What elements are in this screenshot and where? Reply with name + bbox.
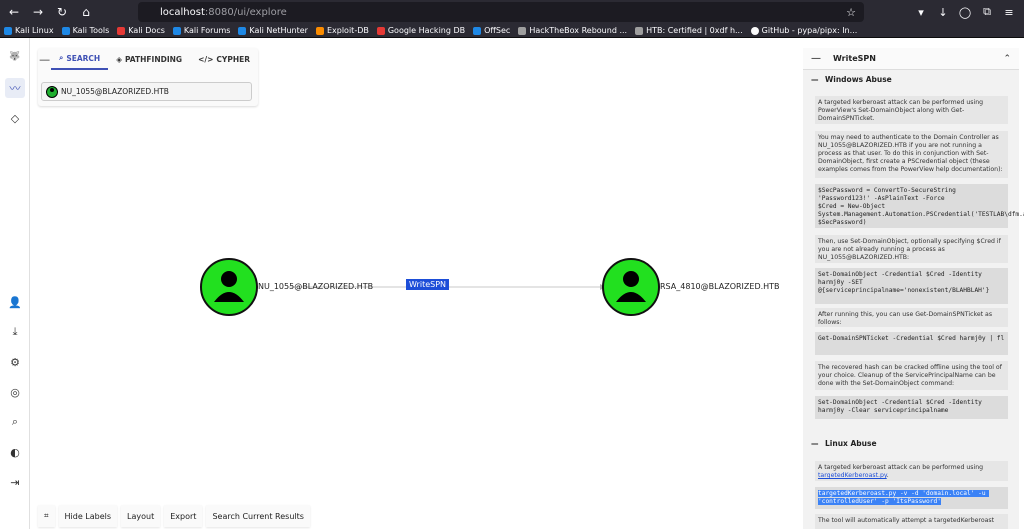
windows-text-4: After running this, you can use Get-Doma… [815,308,1008,327]
export-button[interactable]: Export [164,505,203,527]
bookmarks-bar: Kali Linux Kali Tools Kali Docs Kali For… [0,24,1024,38]
windows-code-2[interactable]: Set-DomainObject -Credential $Cred -Iden… [815,268,1008,304]
search-icon: ⌕ [59,53,64,62]
back-icon[interactable]: ← [4,2,24,22]
code-icon: </> [198,54,214,64]
windows-code-3[interactable]: Get-DomainSPNTicket -Credential $Cred ha… [815,332,1008,355]
panel-header: — WriteSPN ⌃ [803,48,1019,70]
url-path: :8080/ui/explore [204,6,287,18]
search-input-value: NU_1055@BLAZORIZED.HTB [61,87,169,96]
bookmark[interactable]: Kali NetHunter [238,26,308,35]
linux-text-1: A targeted kerberoast attack can be perf… [815,461,1008,481]
target-node-label: RSA_4810@BLAZORIZED.HTB [660,282,780,291]
tab-pathfinding[interactable]: ◈ PATHFINDING [108,48,190,70]
search-current-results-button[interactable]: Search Current Results [206,505,310,527]
bookmark[interactable]: GitHub - pypa/pipx: In... [750,26,857,35]
bloodhound-logo-icon: 🐺 [9,52,21,62]
bookmark[interactable]: OffSec [473,26,510,35]
hide-labels-button[interactable]: Hide Labels [58,505,118,527]
explore-icon[interactable]: 〰 [5,78,25,98]
bookmark[interactable]: Kali Linux [4,26,54,35]
forward-icon[interactable]: → [28,2,48,22]
collapse-section-icon: — [811,438,819,448]
bookmark[interactable]: Kali Forums [172,26,230,35]
windows-code-4[interactable]: Set-DomainObject -Credential $Cred -Iden… [815,396,1008,419]
search-panel: — ⌕ SEARCH ◈ PATHFINDING </> CYPHER NU_1055… [38,48,258,106]
reload-icon[interactable]: ↻ [52,2,72,22]
pocket-icon[interactable]: ▾ [914,6,928,19]
windows-text-3: Then, use Set-DomainObject, optionally s… [815,235,1008,263]
github-icon [750,26,759,35]
extensions-icon[interactable]: ⧉ [980,5,994,19]
user-node-icon [46,85,58,98]
dark-mode-icon[interactable]: ◐ [5,442,25,462]
bottom-toolbar: ⌗ Hide Labels Layout Export Search Curre… [38,505,310,527]
edge-label[interactable]: WriteSPN [406,279,450,290]
collapse-icon[interactable]: — [38,53,51,66]
bookmark[interactable]: HTB: Certified | 0xdf h... [635,26,743,35]
target-node[interactable] [602,258,660,316]
bookmark[interactable]: Exploit-DB [315,26,369,35]
browser-toolbar: ← → ↻ ⌂ localhost:8080/ui/explore ☆ ▾ ↓ … [0,0,1024,24]
bookmark[interactable]: Google Hacking DB [376,26,465,35]
layout-button[interactable]: Layout [121,505,161,527]
bookmark[interactable]: Kali Tools [61,26,109,35]
search-input[interactable]: NU_1055@BLAZORIZED.HTB [41,82,252,101]
linux-code-1[interactable]: targetedKerberoast.py -v -d 'domain.loca… [815,487,1008,509]
profile-icon[interactable]: 👤 [5,292,25,312]
url-host: localhost [160,6,205,18]
kali-icon [4,26,12,35]
tab-cypher[interactable]: </> CYPHER [190,48,258,70]
windows-text-2: You may need to authenticate to the Doma… [815,131,1008,178]
download-collectors-icon[interactable]: ⤓ [5,322,25,342]
source-node[interactable] [200,258,258,316]
collapse-panel-icon[interactable]: — [811,53,827,64]
bookmark-star-icon[interactable]: ☆ [846,6,856,19]
tab-search[interactable]: ⌕ SEARCH [51,48,109,70]
expand-icon[interactable]: ⌃ [1003,54,1011,64]
pathfinding-icon: ◈ [116,54,122,64]
search-tabs: — ⌕ SEARCH ◈ PATHFINDING </> CYPHER [38,48,258,70]
source-node-label: NU_1055@BLAZORIZED.HTB [258,282,374,291]
download-icon[interactable]: ↓ [936,6,950,19]
account-icon[interactable]: ◯ [958,6,972,19]
group-management-icon[interactable]: ◇ [5,108,25,128]
kali-docs-icon [117,26,126,35]
kali-nethunter-icon [238,26,247,35]
offsec-icon [473,26,482,35]
exploit-db-icon [315,26,324,35]
linux-text-2: The tool will automatically attempt a ta… [815,514,1008,529]
windows-text-1: A targeted kerberoast attack can be perf… [815,96,1008,124]
menu-icon[interactable]: ≡ [1002,6,1016,19]
administration-icon[interactable]: ⚙ [5,352,25,372]
address-bar[interactable]: localhost:8080/ui/explore ☆ [138,2,864,22]
htb-certified-icon [635,26,644,35]
crop-icon[interactable]: ⌗ [38,505,55,527]
bookmark[interactable]: HackTheBox Rebound ... [518,26,627,35]
targeted-kerberoast-link[interactable]: targetedKerberoast.py [818,472,887,479]
google-hacking-icon [376,26,385,35]
left-rail: 🐺 〰 ◇ 👤 ⤓ ⚙ ◎ ⌕ ◐ ⇥ [0,38,30,529]
api-explorer-icon[interactable]: ◎ [5,382,25,402]
linux-abuse-heading[interactable]: — Linux Abuse [811,436,1011,450]
kali-forums-icon [172,26,181,35]
collapse-section-icon: — [811,74,819,84]
htb-icon [518,26,527,35]
windows-text-5: The recovered hash can be cracked offlin… [815,361,1008,390]
docs-icon[interactable]: ⌕ [5,412,25,432]
windows-code-1[interactable]: $SecPassword = ConvertTo-SecureString 'P… [815,184,1024,228]
home-icon[interactable]: ⌂ [76,2,96,22]
logout-icon[interactable]: ⇥ [5,472,25,492]
panel-title: WriteSPN [833,54,876,63]
windows-abuse-heading[interactable]: — Windows Abuse [811,72,1011,86]
kali-icon [61,26,70,35]
bookmark[interactable]: Kali Docs [117,26,165,35]
